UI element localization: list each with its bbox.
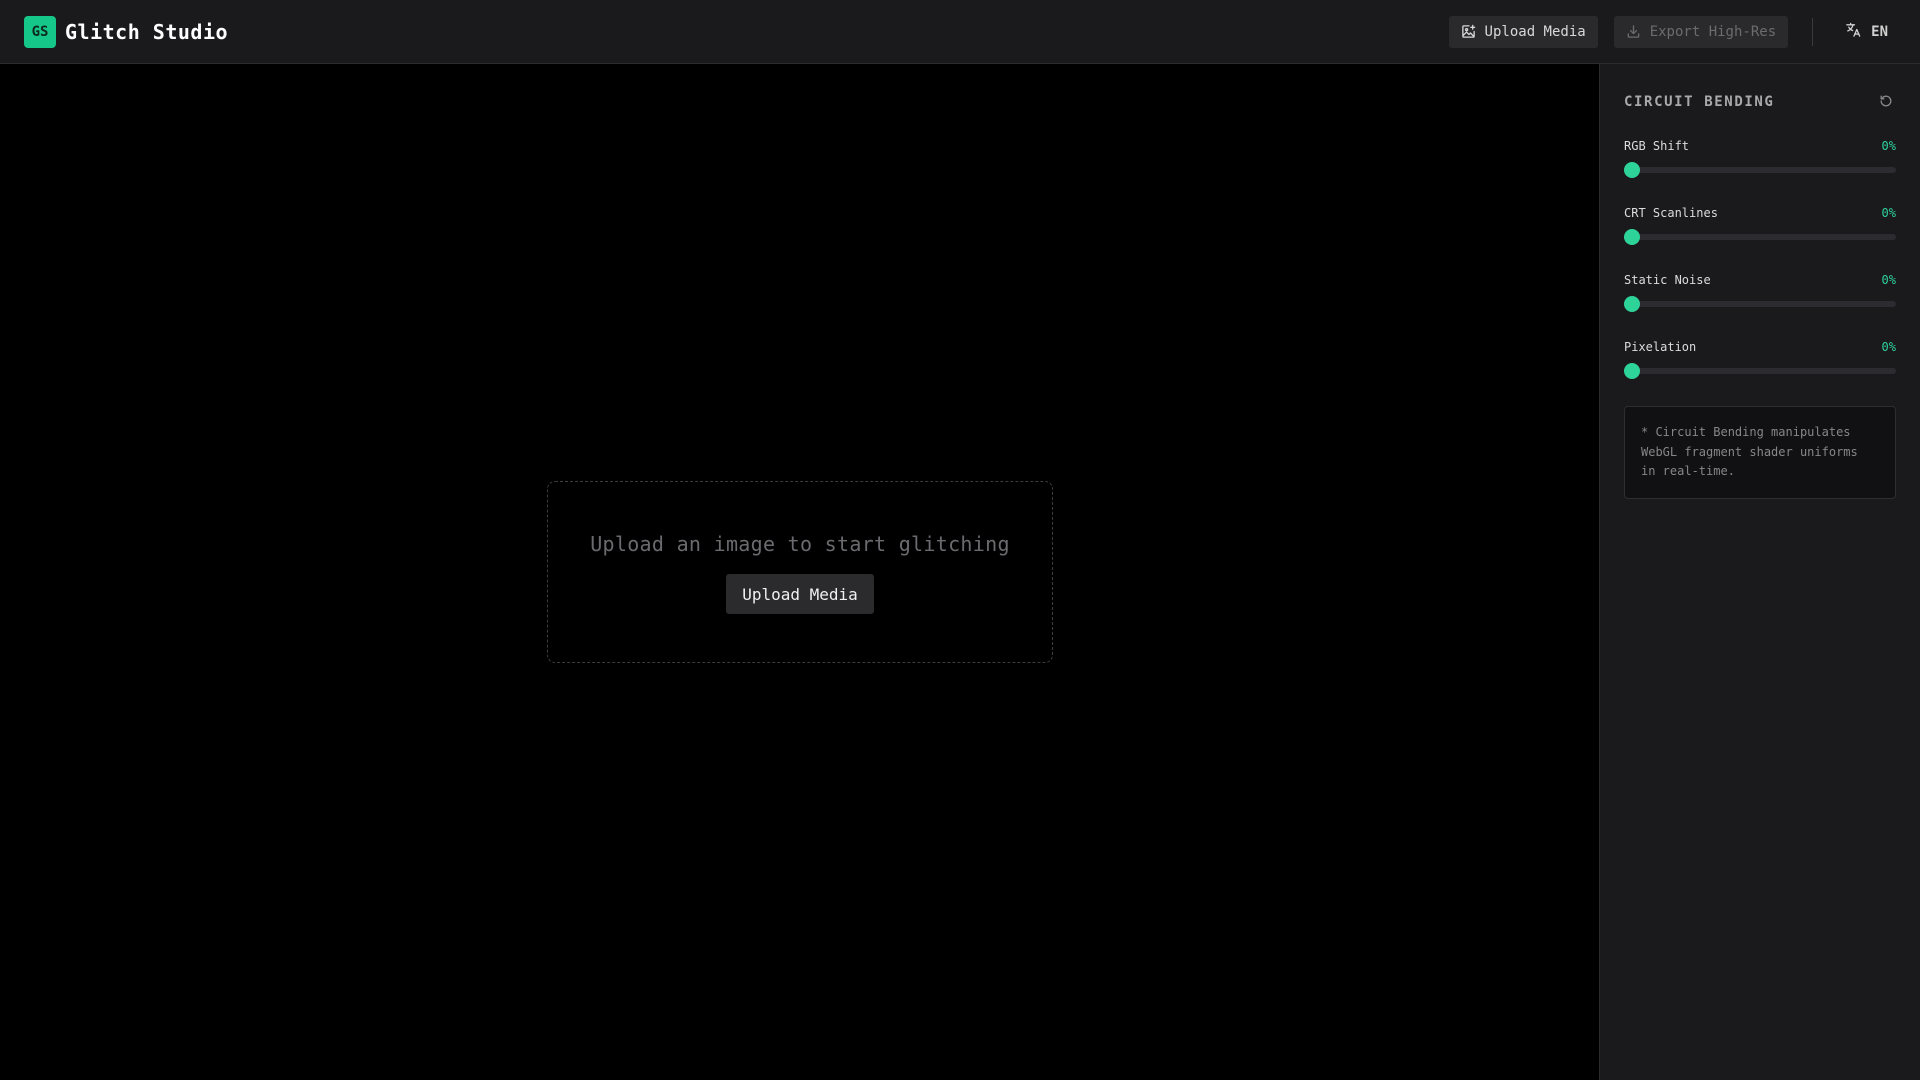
circuit-bending-panel: CIRCUIT BENDING RGB Shift 0% CRT Scanlin… [1599,64,1920,1080]
brand: GS Glitch Studio [24,15,229,48]
slider-crt-scanlines: CRT Scanlines 0% [1624,205,1896,245]
app-header: GS Glitch Studio Upload Media Export Hig… [0,0,1920,64]
slider-value: 0% [1881,206,1896,220]
image-plus-icon [1461,24,1476,39]
slider-static-noise: Static Noise 0% [1624,272,1896,312]
slider-value: 0% [1881,273,1896,287]
translate-icon [1845,21,1862,42]
language-switcher[interactable]: EN [1837,21,1896,42]
reset-icon [1879,93,1893,112]
header-divider [1812,17,1814,46]
slider-thumb[interactable] [1624,296,1640,312]
canvas-area: Upload an image to start glitching Uploa… [0,64,1599,1080]
slider-rail [1624,301,1896,307]
slider-rail [1624,167,1896,173]
slider-rgb-shift: RGB Shift 0% [1624,138,1896,178]
export-high-res-label: Export High-Res [1649,23,1777,40]
slider-thumb[interactable] [1624,229,1640,245]
slider-pixelation: Pixelation 0% [1624,339,1896,379]
app-logo: GS [24,15,56,48]
slider-thumb[interactable] [1624,162,1640,178]
crt-scanlines-slider[interactable] [1624,229,1896,245]
app-title: Glitch Studio [65,19,229,44]
slider-rail [1624,368,1896,374]
download-icon [1626,24,1641,39]
rgb-shift-slider[interactable] [1624,162,1896,178]
upload-dropzone[interactable]: Upload an image to start glitching Uploa… [547,481,1053,663]
slider-label: Static Noise [1624,273,1711,287]
slider-group: RGB Shift 0% CRT Scanlines 0% Static Noi… [1624,138,1896,379]
slider-value: 0% [1881,340,1896,354]
static-noise-slider[interactable] [1624,296,1896,312]
slider-rail [1624,234,1896,240]
pixelation-slider[interactable] [1624,363,1896,379]
panel-header: CIRCUIT BENDING [1624,88,1896,116]
slider-label: RGB Shift [1624,139,1690,153]
language-label: EN [1871,23,1888,40]
reset-button[interactable] [1876,92,1896,112]
slider-label: CRT Scanlines [1624,206,1718,220]
dropzone-upload-button[interactable]: Upload Media [726,574,874,614]
slider-thumb[interactable] [1624,363,1640,379]
export-high-res-button[interactable]: Export High-Res [1613,15,1789,48]
header-actions: Upload Media Export High-Res EN [1448,15,1896,48]
upload-media-label: Upload Media [1484,23,1586,40]
slider-value: 0% [1881,139,1896,153]
panel-title: CIRCUIT BENDING [1624,94,1775,110]
panel-note: * Circuit Bending manipulates WebGL frag… [1624,406,1896,499]
empty-state-text: Upload an image to start glitching [590,532,1010,556]
slider-label: Pixelation [1624,340,1697,354]
upload-media-button[interactable]: Upload Media [1448,15,1598,48]
